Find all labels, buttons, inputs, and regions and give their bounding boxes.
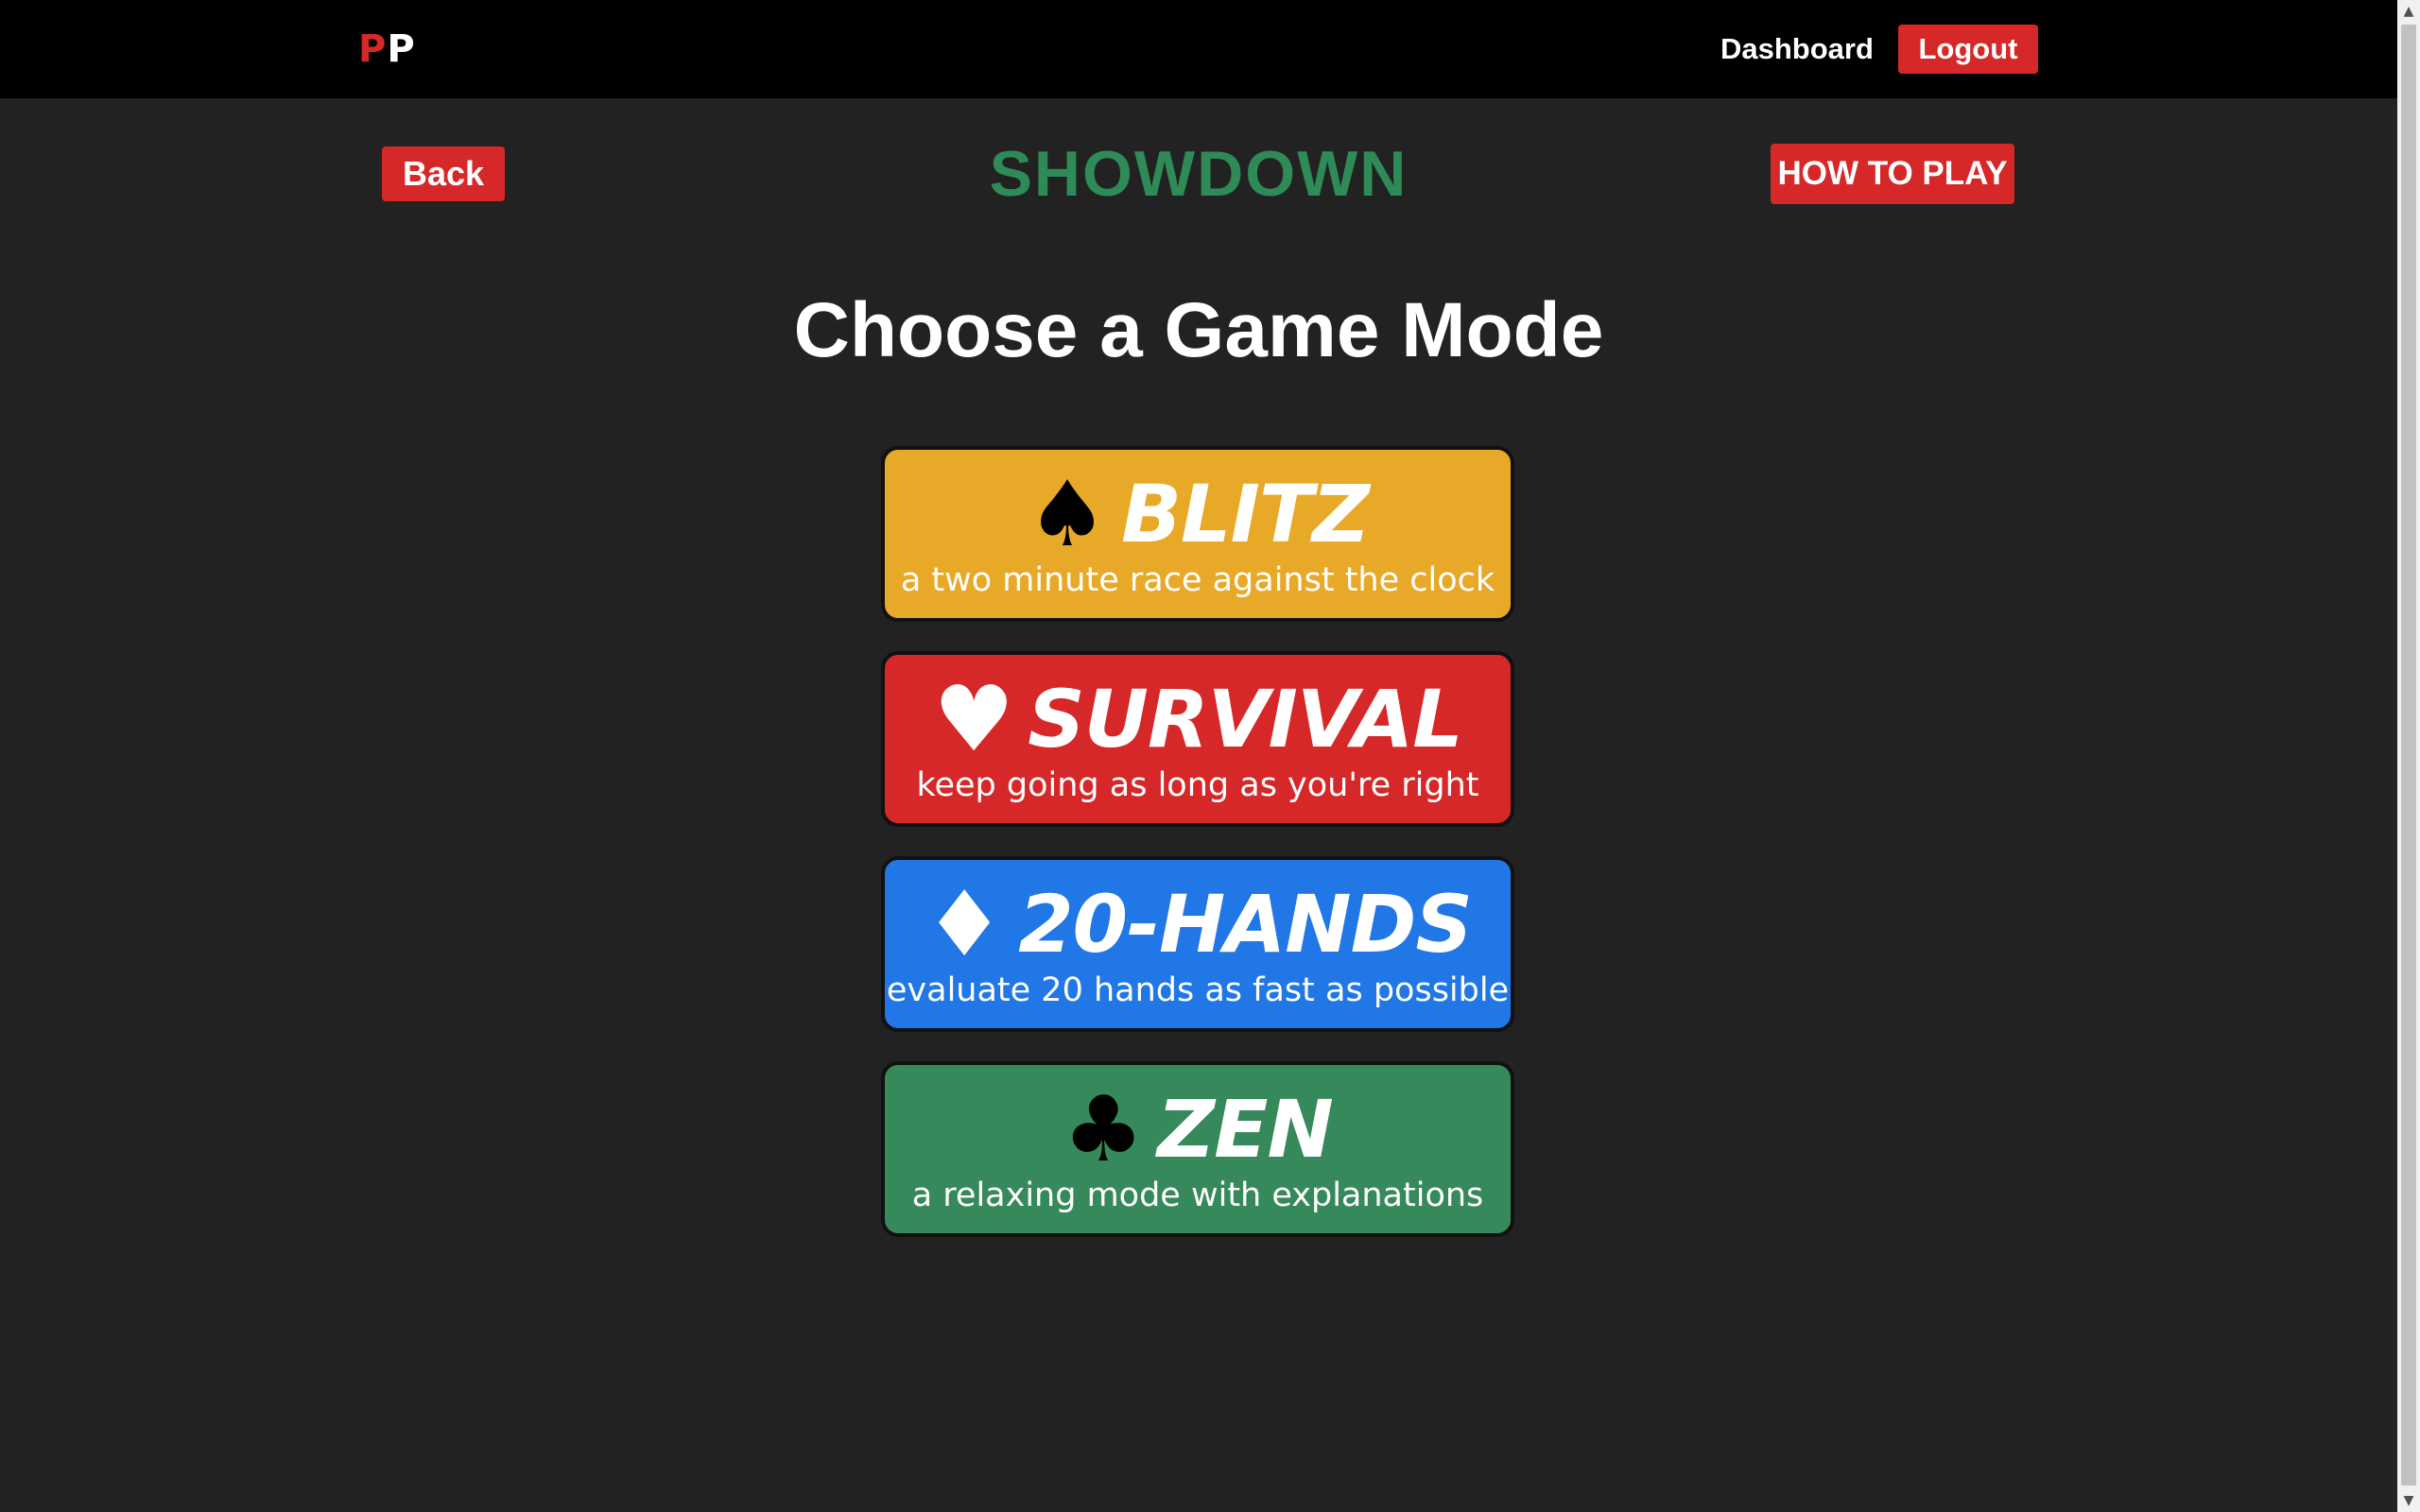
heart-icon: ♥ <box>933 666 1015 772</box>
spade-icon: ♠ <box>1026 461 1109 567</box>
top-navbar: PP Dashboard Logout <box>0 0 2397 98</box>
mode-title-row: ♦ 20-HANDS <box>885 877 1511 971</box>
mode-description: a two minute race against the clock <box>900 561 1495 599</box>
diamond-icon: ♦ <box>924 871 1006 977</box>
mode-card-20-hands[interactable]: ♦ 20-HANDS evaluate 20 hands as fast as … <box>881 856 1514 1032</box>
choose-mode-heading: Choose a Game Mode <box>793 287 1604 373</box>
mode-title-row: ♥ SURVIVAL <box>885 672 1511 766</box>
mode-name: BLITZ <box>1121 468 1370 560</box>
mode-description: a relaxing mode with explanations <box>911 1177 1484 1214</box>
how-to-play-button[interactable]: HOW TO PLAY <box>1771 144 2014 204</box>
scroll-up-arrow-icon[interactable]: ▲ <box>2397 0 2420 23</box>
mode-card-zen[interactable]: ♣ ZEN a relaxing mode with explanations <box>881 1061 1514 1237</box>
scrollbar-thumb[interactable] <box>2401 25 2416 1486</box>
mode-card-blitz[interactable]: ♠ BLITZ a two minute race against the cl… <box>881 446 1514 622</box>
logo-letter-red: P <box>358 27 388 71</box>
mode-title-row: ♣ ZEN <box>885 1082 1511 1177</box>
mode-name: SURVIVAL <box>1028 673 1462 765</box>
mode-card-survival[interactable]: ♥ SURVIVAL keep going as long as you're … <box>881 651 1514 827</box>
dashboard-link[interactable]: Dashboard <box>1720 25 1874 74</box>
mode-name: 20-HANDS <box>1018 878 1473 971</box>
mode-description: evaluate 20 hands as fast as possible <box>886 971 1510 1009</box>
vertical-scrollbar[interactable]: ▲ ▼ <box>2397 0 2420 1512</box>
mode-title-row: ♠ BLITZ <box>885 467 1511 561</box>
page-title: SHOWDOWN <box>989 138 1409 210</box>
scroll-down-arrow-icon[interactable]: ▼ <box>2397 1489 2420 1512</box>
mode-name: ZEN <box>1157 1083 1334 1176</box>
logo-letter-white: P <box>387 27 416 71</box>
logo[interactable]: PP <box>358 23 416 76</box>
club-icon: ♣ <box>1063 1076 1145 1182</box>
logout-button[interactable]: Logout <box>1898 25 2038 74</box>
mode-description: keep going as long as you're right <box>916 766 1479 804</box>
